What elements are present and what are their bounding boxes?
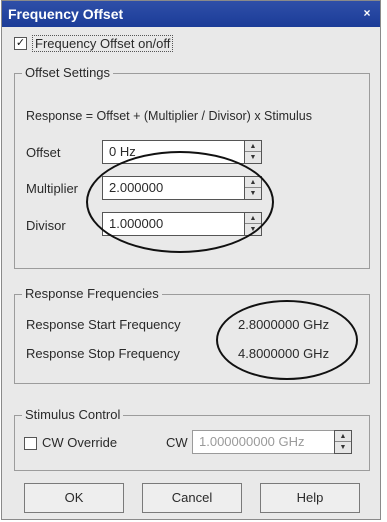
- response-stop-value: 4.8000000 GHz: [238, 346, 330, 361]
- multiplier-label: Multiplier: [26, 181, 79, 196]
- formula-text: Response = Offset + (Multiplier / Diviso…: [26, 109, 312, 123]
- arrow-down-icon[interactable]: ▼: [335, 442, 351, 453]
- frequency-offset-label[interactable]: Frequency Offset on/off: [32, 35, 174, 52]
- divisor-label: Divisor: [26, 218, 66, 233]
- stimulus-control-title: Stimulus Control: [22, 407, 124, 422]
- divisor-spinner[interactable]: ▲ ▼: [244, 212, 262, 236]
- cw-override-checkbox[interactable]: [24, 437, 37, 450]
- title-bar: Frequency Offset ×: [2, 1, 380, 27]
- cw-spinner[interactable]: ▲ ▼: [334, 430, 352, 454]
- offset-settings-group: [14, 73, 370, 269]
- cw-override-label: CW Override: [42, 435, 118, 450]
- arrow-up-icon[interactable]: ▲: [245, 213, 261, 224]
- window-title: Frequency Offset: [8, 6, 124, 22]
- divisor-input[interactable]: 1.000000: [102, 212, 244, 236]
- offset-settings-title: Offset Settings: [22, 65, 114, 80]
- response-frequencies-title: Response Frequencies: [22, 286, 162, 301]
- close-icon[interactable]: ×: [358, 4, 376, 22]
- response-start-label: Response Start Frequency: [26, 317, 181, 332]
- offset-label: Offset: [26, 145, 61, 160]
- frequency-offset-checkbox[interactable]: ✓: [14, 37, 27, 50]
- arrow-down-icon[interactable]: ▼: [245, 224, 261, 235]
- offset-input[interactable]: 0 Hz: [102, 140, 244, 164]
- multiplier-input[interactable]: 2.000000: [102, 176, 244, 200]
- arrow-up-icon[interactable]: ▲: [245, 177, 261, 188]
- offset-spinner[interactable]: ▲ ▼: [244, 140, 262, 164]
- cw-label: CW: [166, 435, 188, 450]
- arrow-down-icon[interactable]: ▼: [245, 152, 261, 163]
- checkmark-icon: ✓: [15, 37, 26, 49]
- cancel-button[interactable]: Cancel: [142, 483, 242, 513]
- response-stop-label: Response Stop Frequency: [26, 346, 180, 361]
- multiplier-spinner[interactable]: ▲ ▼: [244, 176, 262, 200]
- arrow-down-icon[interactable]: ▼: [245, 188, 261, 199]
- arrow-up-icon[interactable]: ▲: [335, 431, 351, 442]
- response-start-value: 2.8000000 GHz: [238, 317, 330, 332]
- frequency-offset-dialog: Frequency Offset × ✓ Frequency Offset on…: [1, 0, 381, 520]
- help-button[interactable]: Help: [260, 483, 360, 513]
- response-frequencies-group: [14, 294, 370, 384]
- arrow-up-icon[interactable]: ▲: [245, 141, 261, 152]
- ok-button[interactable]: OK: [24, 483, 124, 513]
- cw-input[interactable]: 1.000000000 GHz: [192, 430, 334, 454]
